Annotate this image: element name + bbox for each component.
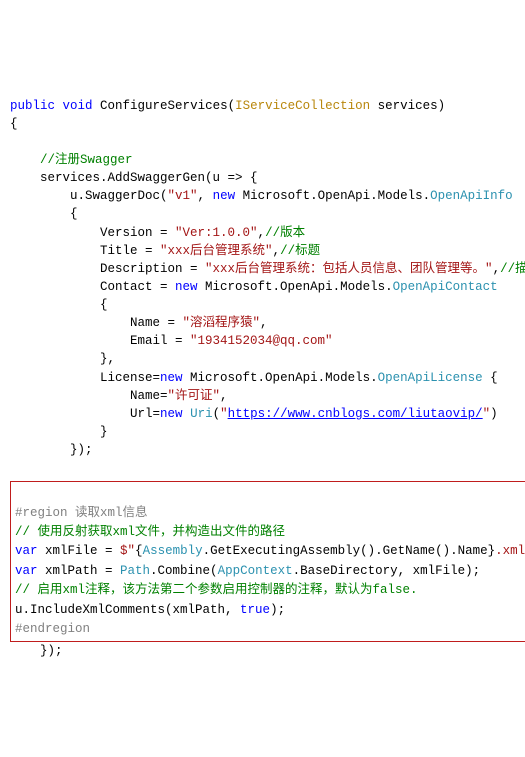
line-12: {	[10, 298, 108, 312]
line-xmlpath: var xmlPath = Path.Combine(AppContext.Ba…	[15, 564, 480, 578]
line-9: Title = "xxx后台管理系统",//标题	[10, 244, 320, 258]
type-uri: Uri	[190, 407, 213, 421]
line-include: u.IncludeXmlComments(xmlPath, true);	[15, 603, 285, 617]
type-openapiinfo: OpenApiInfo	[430, 189, 513, 203]
line-1: public void ConfigureServices(IServiceCo…	[10, 99, 445, 113]
line-16: License=new Microsoft.OpenApi.Models.Ope…	[10, 371, 498, 385]
string-email: "1934152034@qq.com"	[190, 334, 333, 348]
interface-iservicecollection: IServiceCollection	[235, 99, 370, 113]
line-xmlfile: var xmlFile = $"{Assembly.GetExecutingAs…	[15, 544, 525, 558]
string-license-name: "许可证"	[168, 389, 221, 403]
comment-reflection: // 使用反射获取xml文件，并构造出文件的路径	[15, 525, 285, 539]
line-2: {	[10, 117, 18, 131]
line-7: {	[10, 207, 78, 221]
comment-title: //标题	[280, 244, 320, 258]
line-15: },	[10, 352, 115, 366]
code-block: public void ConfigureServices(IServiceCo…	[10, 79, 515, 661]
line-11: Contact = new Microsoft.OpenApi.Models.O…	[10, 280, 498, 294]
type-openapicontact: OpenApiContact	[393, 280, 498, 294]
line-18: Url=new Uri("https://www.cnblogs.com/liu…	[10, 407, 498, 421]
keyword-new: new	[175, 280, 198, 294]
region-end: #endregion	[15, 622, 90, 636]
line-8: Version = "Ver:1.0.0",//版本	[10, 226, 305, 240]
keyword-var: var	[15, 544, 38, 558]
region-box: #region 读取xml信息 // 使用反射获取xml文件，并构造出文件的路径…	[10, 481, 525, 642]
keyword-new: new	[160, 407, 183, 421]
method-name: ConfigureServices(	[93, 99, 236, 113]
keyword-void: void	[63, 99, 93, 113]
keyword-public: public	[10, 99, 55, 113]
line-13: Name = "溶滔程序猿",	[10, 316, 268, 330]
param: services)	[370, 99, 445, 113]
comment-register: //注册Swagger	[10, 153, 133, 167]
type-path: Path	[120, 564, 150, 578]
string-version: "Ver:1.0.0"	[175, 226, 258, 240]
line-close1: });	[10, 644, 63, 658]
string-v1: "v1"	[168, 189, 198, 203]
string-title: "xxx后台管理系统"	[160, 244, 273, 258]
comment-version: //版本	[265, 226, 305, 240]
type-assembly: Assembly	[143, 544, 203, 558]
line-17: Name="许可证",	[10, 389, 228, 403]
keyword-new: new	[160, 371, 183, 385]
line-14: Email = "1934152034@qq.com"	[10, 334, 333, 348]
type-openapilicense: OpenApiLicense	[378, 371, 483, 385]
keyword-true: true	[240, 603, 270, 617]
keyword-var: var	[15, 564, 38, 578]
comment-enable-xml: // 启用xml注释，该方法第二个参数启用控制器的注释，默认为false.	[15, 583, 418, 597]
url-link[interactable]: https://www.cnblogs.com/liutaovip/	[228, 407, 483, 421]
string-contact-name: "溶滔程序猿"	[183, 316, 261, 330]
string-description: "xxx后台管理系统：包括人员信息、团队管理等。"	[205, 262, 493, 276]
line-5: services.AddSwaggerGen(u => {	[10, 171, 258, 185]
region-start: #region 读取xml信息	[15, 506, 148, 520]
line-6: u.SwaggerDoc("v1", new Microsoft.OpenApi…	[10, 189, 513, 203]
line-10: Description = "xxx后台管理系统：包括人员信息、团队管理等。",…	[10, 262, 525, 276]
line-19: }	[10, 425, 108, 439]
type-appcontext: AppContext	[218, 564, 293, 578]
line-20: });	[10, 443, 93, 457]
comment-description: //描述	[500, 262, 525, 276]
keyword-new: new	[213, 189, 236, 203]
